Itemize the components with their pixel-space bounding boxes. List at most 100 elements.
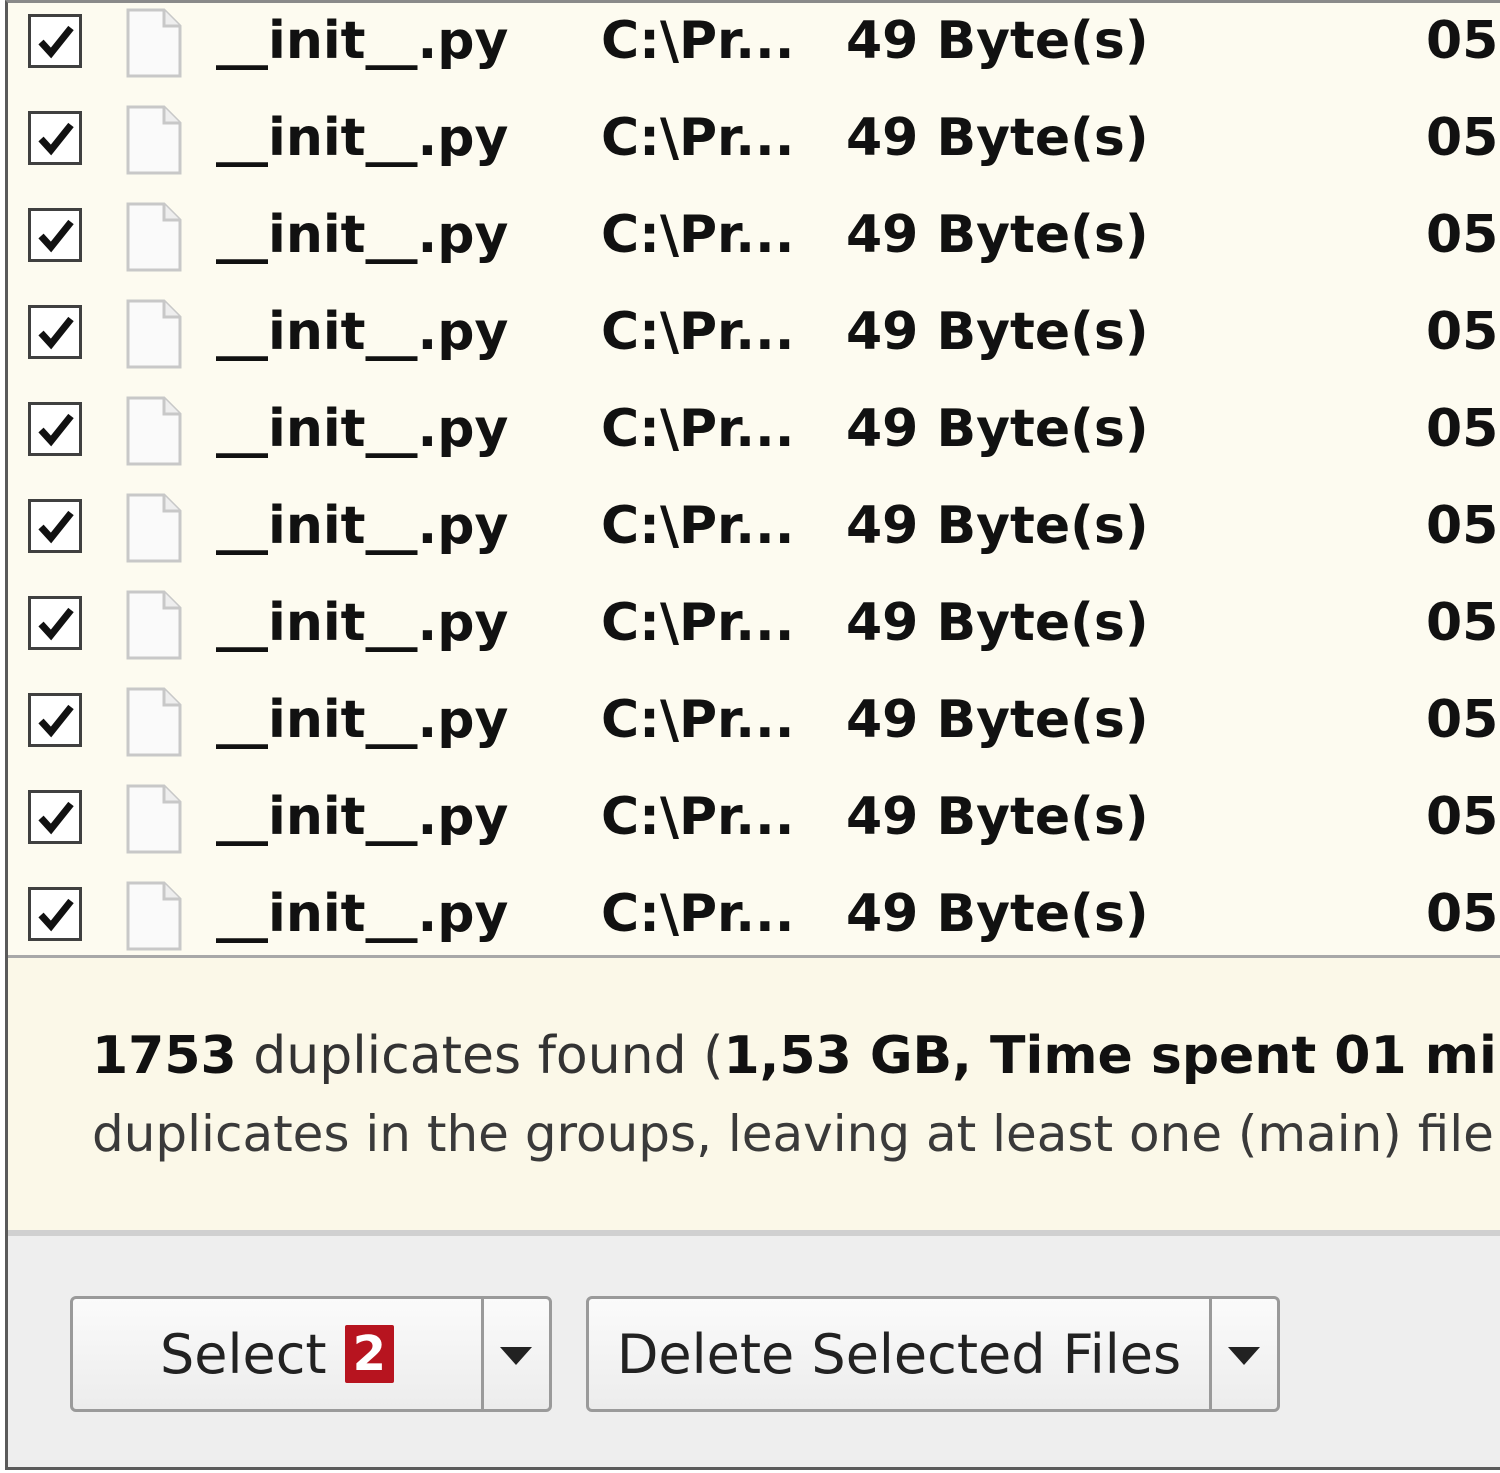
table-row[interactable]: __init__.py C:\Pr... 49 Byte(s) 05- bbox=[8, 3, 1500, 99]
delete-split-button: Delete Selected Files bbox=[586, 1296, 1280, 1412]
table-row[interactable]: __init__.py C:\Pr... 49 Byte(s) 05- bbox=[8, 876, 1500, 955]
file-date: 05- bbox=[1426, 108, 1500, 168]
row-checkbox[interactable] bbox=[28, 596, 82, 650]
check-mark-icon bbox=[38, 704, 74, 738]
file-size: 49 Byte(s) bbox=[846, 108, 1149, 168]
select-button[interactable]: Select 2 bbox=[73, 1299, 481, 1409]
row-checkbox[interactable] bbox=[28, 402, 82, 456]
table-row[interactable]: __init__.py C:\Pr... 49 Byte(s) 05- bbox=[8, 585, 1500, 681]
duplicates-list: __init__.pyC:\Pr...49 Byte(s)05-__init__… bbox=[8, 3, 1500, 955]
file-name: __init__.py bbox=[216, 11, 509, 71]
file-date: 05- bbox=[1426, 496, 1500, 556]
file-path: C:\Pr... bbox=[601, 690, 795, 750]
duplicates-found-text: duplicates found ( bbox=[236, 1026, 724, 1086]
table-row[interactable]: __init__.py C:\Pr... 49 Byte(s) 05- bbox=[8, 391, 1500, 487]
file-date: 05- bbox=[1426, 302, 1500, 362]
table-row[interactable]: __init__.py C:\Pr... 49 Byte(s) 05- bbox=[8, 488, 1500, 584]
file-size: 49 Byte(s) bbox=[846, 496, 1149, 556]
delete-dropdown-button[interactable] bbox=[1209, 1299, 1277, 1409]
file-name: __init__.py bbox=[216, 399, 509, 459]
file-name: __init__.py bbox=[216, 884, 509, 944]
file-date: 05- bbox=[1426, 205, 1500, 265]
file-path: C:\Pr... bbox=[601, 108, 795, 168]
table-row[interactable]: __init__.py C:\Pr... 49 Byte(s) 05- bbox=[8, 197, 1500, 293]
file-date: 05- bbox=[1426, 787, 1500, 847]
file-path: C:\Pr... bbox=[601, 593, 795, 653]
check-mark-icon bbox=[38, 510, 74, 544]
duplicate-finder-window: __init__.pyC:\Pr...49 Byte(s)05-__init__… bbox=[5, 0, 1500, 1470]
check-mark-icon bbox=[38, 219, 74, 253]
file-size: 49 Byte(s) bbox=[846, 205, 1149, 265]
blank-file-icon bbox=[126, 299, 182, 369]
file-path: C:\Pr... bbox=[601, 399, 795, 459]
file-size: 49 Byte(s) bbox=[846, 787, 1149, 847]
file-size: 49 Byte(s) bbox=[846, 884, 1149, 944]
file-path: C:\Pr... bbox=[601, 205, 795, 265]
file-name: __init__.py bbox=[216, 787, 509, 847]
row-checkbox[interactable] bbox=[28, 208, 82, 262]
file-name: __init__.py bbox=[216, 690, 509, 750]
summary-line-1: 1753 duplicates found (1,53 GB, Time spe… bbox=[92, 1026, 1500, 1086]
select-split-button: Select 2 bbox=[70, 1296, 552, 1412]
file-path: C:\Pr... bbox=[601, 496, 795, 556]
delete-selected-files-button[interactable]: Delete Selected Files bbox=[589, 1299, 1209, 1409]
check-mark-icon bbox=[38, 25, 74, 59]
blank-file-icon bbox=[126, 396, 182, 466]
file-path: C:\Pr... bbox=[601, 884, 795, 944]
row-checkbox[interactable] bbox=[28, 887, 82, 941]
blank-file-icon bbox=[126, 687, 182, 757]
table-row[interactable]: __init__.py C:\Pr... 49 Byte(s) 05- bbox=[8, 682, 1500, 778]
check-mark-icon bbox=[38, 122, 74, 156]
blank-file-icon bbox=[126, 105, 182, 175]
chevron-down-icon bbox=[500, 1347, 532, 1365]
select-count-badge: 2 bbox=[344, 1325, 394, 1383]
file-date: 05- bbox=[1426, 593, 1500, 653]
file-size: 49 Byte(s) bbox=[846, 399, 1149, 459]
select-button-label: Select bbox=[160, 1322, 327, 1386]
check-mark-icon bbox=[38, 316, 74, 350]
blank-file-icon bbox=[126, 8, 182, 78]
results-summary: 1753 duplicates found (1,53 GB, Time spe… bbox=[8, 958, 1500, 1230]
row-checkbox[interactable] bbox=[28, 790, 82, 844]
file-size: 49 Byte(s) bbox=[846, 690, 1149, 750]
blank-file-icon bbox=[126, 493, 182, 563]
file-path: C:\Pr... bbox=[601, 11, 795, 71]
file-date: 05- bbox=[1426, 11, 1500, 71]
delete-button-label: Delete Selected Files bbox=[616, 1322, 1182, 1386]
row-checkbox[interactable] bbox=[28, 499, 82, 553]
file-name: __init__.py bbox=[216, 302, 509, 362]
file-name: __init__.py bbox=[216, 593, 509, 653]
action-footer: Select 2 Delete Selected Files bbox=[8, 1236, 1500, 1467]
file-size: 49 Byte(s) bbox=[846, 302, 1149, 362]
file-date: 05- bbox=[1426, 690, 1500, 750]
blank-file-icon bbox=[126, 202, 182, 272]
check-mark-icon bbox=[38, 413, 74, 447]
blank-file-icon bbox=[126, 784, 182, 854]
table-row[interactable]: __init__.py C:\Pr... 49 Byte(s) 05- bbox=[8, 779, 1500, 875]
duplicate-count: 1753 bbox=[92, 1026, 237, 1086]
file-name: __init__.py bbox=[216, 205, 509, 265]
check-mark-icon bbox=[38, 801, 74, 835]
row-checkbox[interactable] bbox=[28, 693, 82, 747]
row-checkbox[interactable] bbox=[28, 14, 82, 68]
summary-details: 1,53 GB, Time spent 01 min 5 bbox=[723, 1026, 1500, 1086]
file-size: 49 Byte(s) bbox=[846, 11, 1149, 71]
blank-file-icon bbox=[126, 590, 182, 660]
check-mark-icon bbox=[38, 607, 74, 641]
blank-file-icon bbox=[126, 881, 182, 951]
select-dropdown-button[interactable] bbox=[481, 1299, 549, 1409]
row-checkbox[interactable] bbox=[28, 305, 82, 359]
summary-line-2: duplicates in the groups, leaving at lea… bbox=[92, 1105, 1494, 1163]
file-path: C:\Pr... bbox=[601, 302, 795, 362]
check-mark-icon bbox=[38, 898, 74, 932]
file-name: __init__.py bbox=[216, 108, 509, 168]
chevron-down-icon bbox=[1228, 1347, 1260, 1365]
table-row[interactable]: __init__.py C:\Pr... 49 Byte(s) 05- bbox=[8, 294, 1500, 390]
file-path: C:\Pr... bbox=[601, 787, 795, 847]
file-date: 05- bbox=[1426, 884, 1500, 944]
file-size: 49 Byte(s) bbox=[846, 593, 1149, 653]
file-date: 05- bbox=[1426, 399, 1500, 459]
file-name: __init__.py bbox=[216, 496, 509, 556]
row-checkbox[interactable] bbox=[28, 111, 82, 165]
table-row[interactable]: __init__.py C:\Pr... 49 Byte(s) 05- bbox=[8, 100, 1500, 196]
